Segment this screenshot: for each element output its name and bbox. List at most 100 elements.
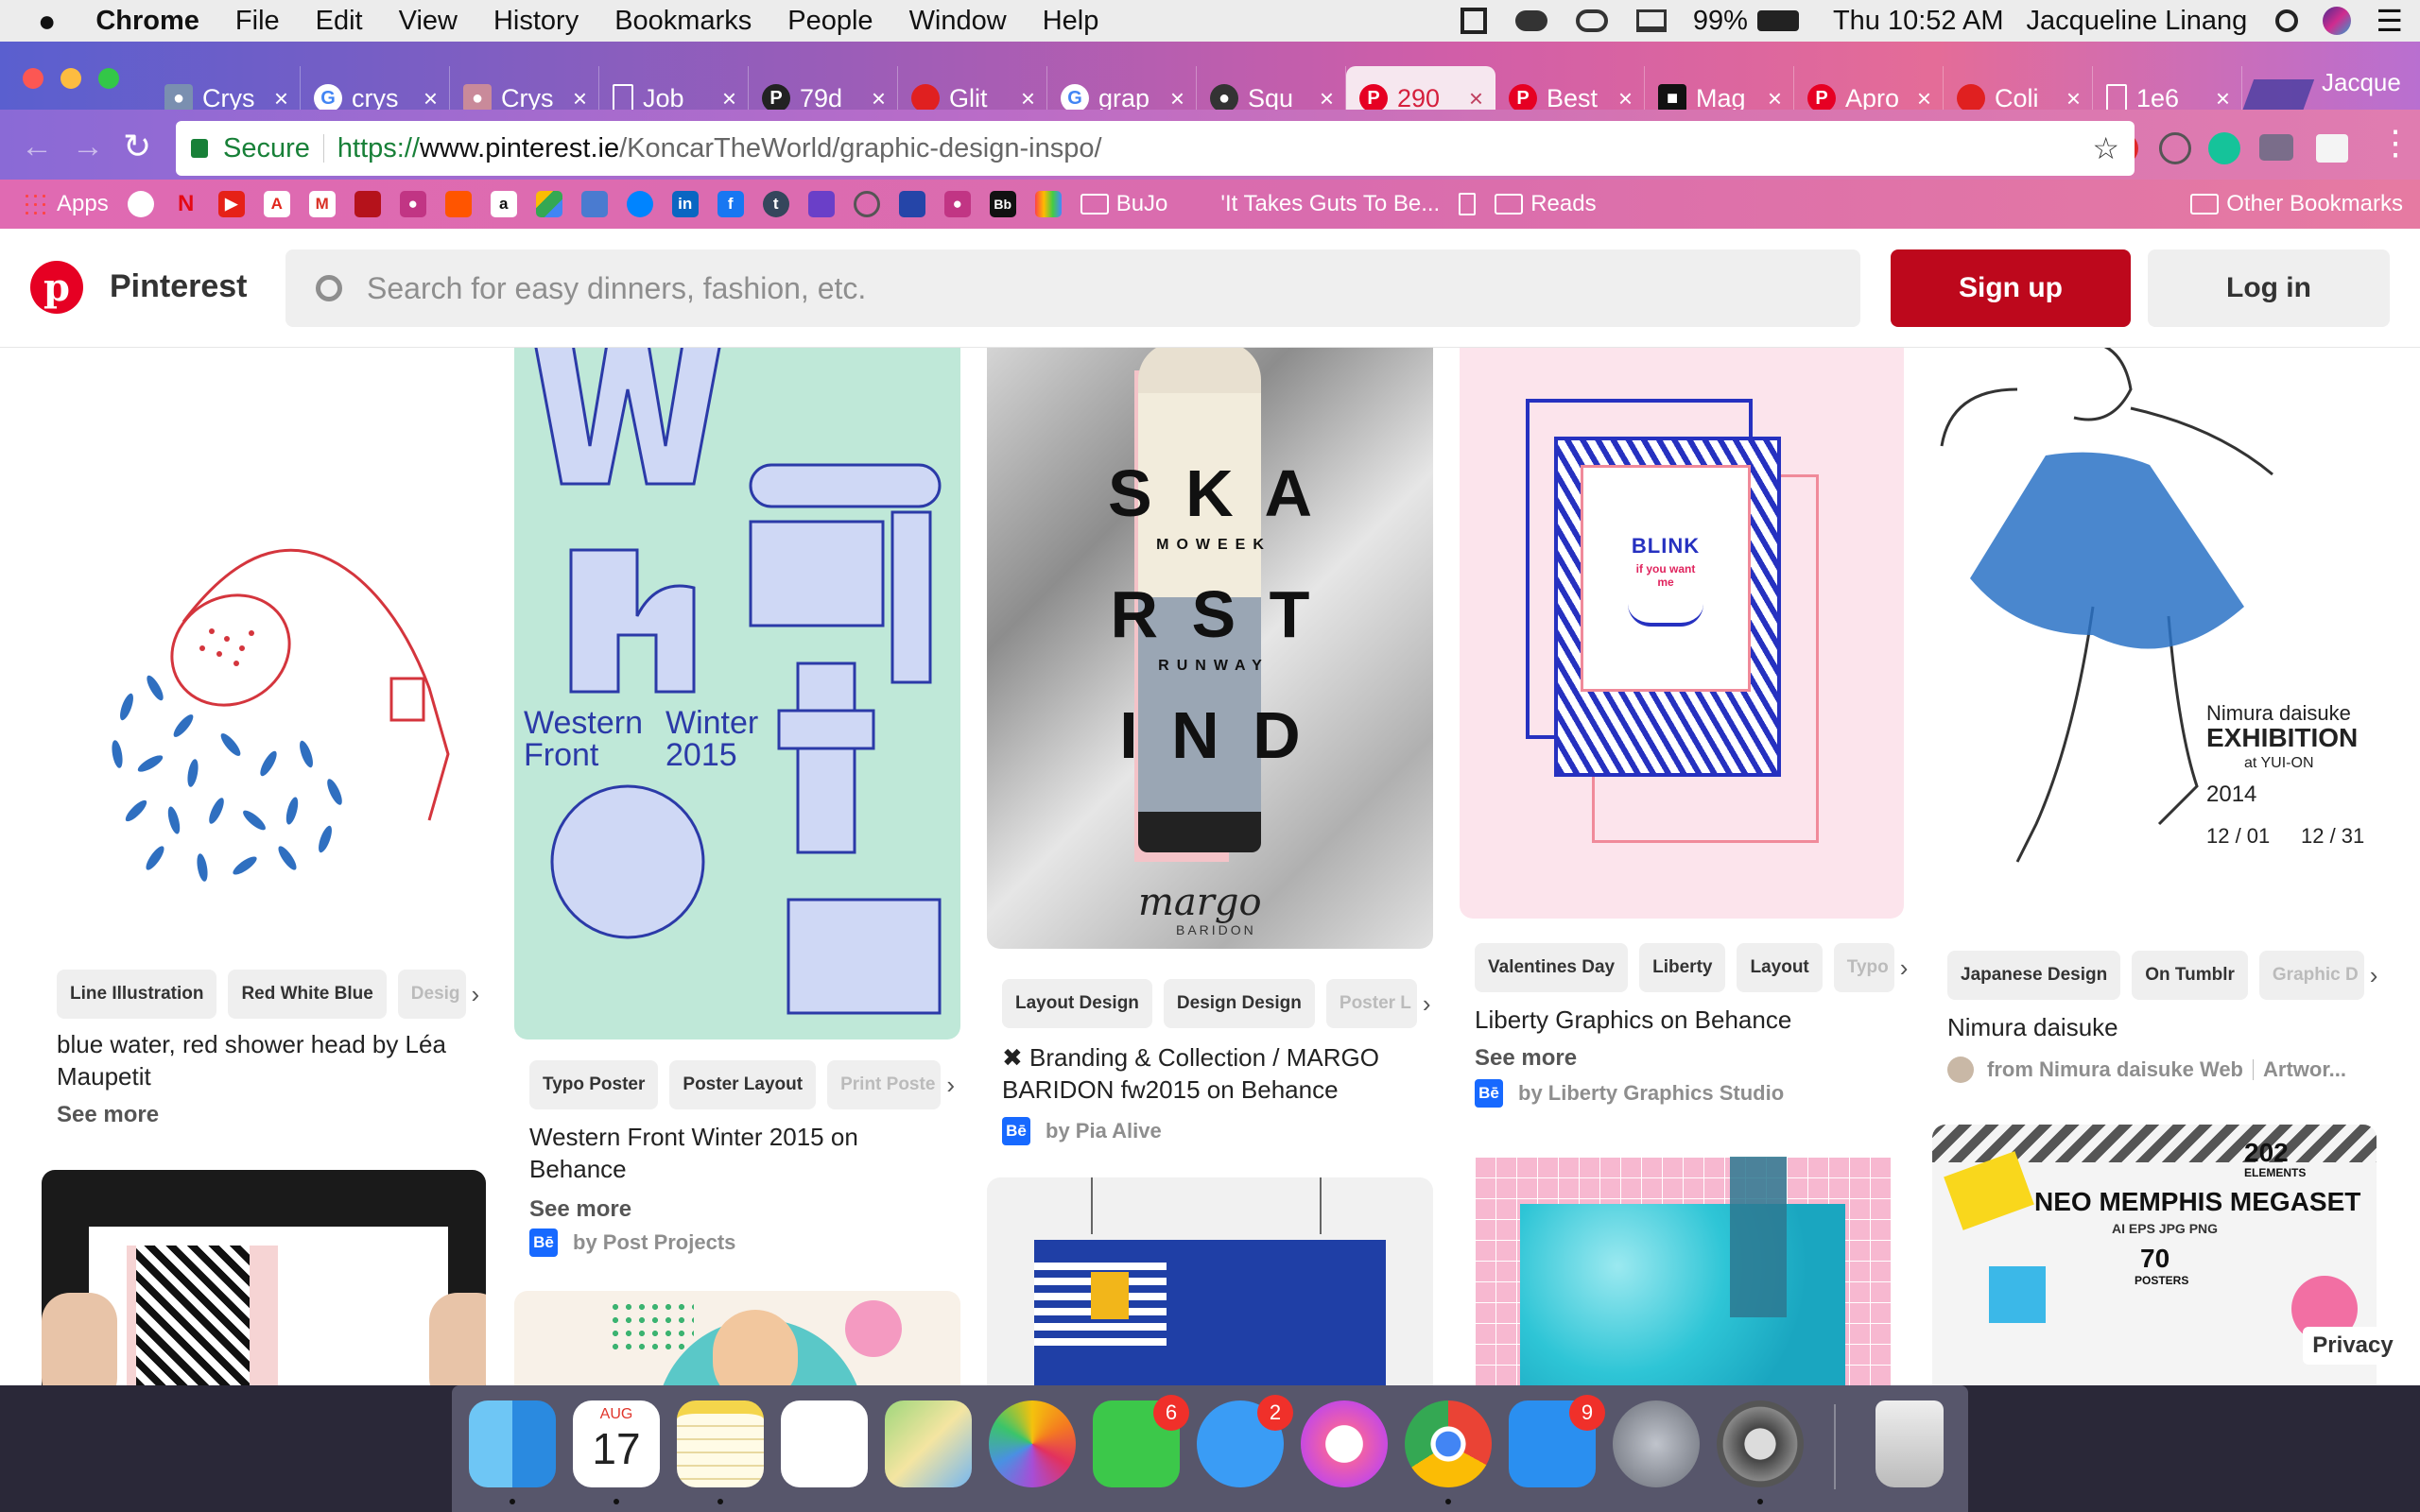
pin-4-attribution[interactable]: Bē by Liberty Graphics Studio bbox=[1475, 1079, 1784, 1108]
linkedin-icon[interactable]: in bbox=[671, 191, 699, 217]
maps-icon[interactable] bbox=[885, 1400, 972, 1487]
menu-file[interactable]: File bbox=[235, 6, 280, 37]
instagram-icon[interactable]: ● bbox=[943, 191, 971, 217]
tag-chip[interactable]: Japanese Design bbox=[1947, 951, 2121, 1000]
extension-grammarly-icon[interactable] bbox=[2208, 132, 2240, 164]
menu-app-name[interactable]: Chrome bbox=[95, 6, 199, 37]
sync-icon[interactable] bbox=[1575, 9, 1608, 32]
bookmark-folder-other[interactable]: Other Bookmarks bbox=[2190, 191, 2403, 217]
pin-2-attribution[interactable]: Bē by Post Projects bbox=[529, 1228, 735, 1257]
chevron-right-icon[interactable]: › bbox=[1423, 989, 1431, 1019]
window-zoom-button[interactable] bbox=[98, 68, 119, 89]
tag-chip[interactable]: Valentines Day bbox=[1475, 943, 1629, 992]
messenger-icon[interactable] bbox=[626, 191, 653, 217]
tab-close-icon[interactable]: × bbox=[1917, 84, 1931, 113]
pin-3-title[interactable]: ✖ Branding & Collection / MARGO BARIDON f… bbox=[1002, 1041, 1379, 1106]
soundcloud-icon[interactable] bbox=[444, 191, 472, 217]
tag-chip[interactable]: Desig bbox=[397, 970, 466, 1019]
tumblr-icon[interactable]: t bbox=[762, 191, 789, 217]
tag-chip[interactable]: Poster L bbox=[1325, 979, 1417, 1028]
pin-4-title[interactable]: Liberty Graphics on Behance bbox=[1475, 1004, 1791, 1036]
pin-image-nimura[interactable]: Nimura daisuke EXHIBITION at YUI-ON 2014… bbox=[1932, 333, 2377, 937]
pin-image-blink[interactable]: BLINK if you want me bbox=[1460, 333, 1904, 919]
apple-icon[interactable]: ● bbox=[38, 4, 56, 39]
pin-image-margo-baridon[interactable]: S K A MOWEEK R S T RUNWAY I N D margo BA… bbox=[987, 333, 1433, 949]
reminders-icon[interactable] bbox=[781, 1400, 868, 1487]
tag-chip[interactable]: Layout bbox=[1737, 943, 1823, 992]
pin-1-see-more[interactable]: See more bbox=[57, 1102, 159, 1128]
bookmark-star-icon[interactable]: ☆ bbox=[2092, 130, 2119, 166]
trash-icon[interactable] bbox=[1876, 1400, 1944, 1487]
menu-help[interactable]: Help bbox=[1043, 6, 1099, 37]
notification-center-icon[interactable]: ☰ bbox=[2376, 3, 2403, 39]
pin-image-pool[interactable] bbox=[1475, 1157, 1891, 1385]
clock[interactable]: Thu 10:52 AM bbox=[1833, 6, 2004, 37]
privacy-button[interactable]: Privacy bbox=[2303, 1327, 2403, 1365]
tag-chip[interactable]: Design Design bbox=[1163, 979, 1315, 1028]
tab-close-icon[interactable]: × bbox=[1021, 84, 1035, 113]
menu-people[interactable]: People bbox=[787, 6, 873, 37]
pin-image-blue-poster[interactable] bbox=[987, 1177, 1433, 1385]
chevron-right-icon[interactable]: › bbox=[472, 980, 480, 1009]
chrome-menu-icon[interactable]: ⋮ bbox=[2378, 123, 2412, 163]
tag-chip[interactable]: Poster Layout bbox=[669, 1060, 817, 1109]
pin-2-see-more[interactable]: See more bbox=[529, 1196, 631, 1223]
chevron-right-icon[interactable]: › bbox=[2370, 961, 2378, 990]
gmail-icon[interactable]: M bbox=[308, 191, 336, 217]
bookmark-folder-bujo[interactable]: BuJo bbox=[1080, 191, 1167, 217]
pin-image-poster-hands[interactable] bbox=[42, 1170, 486, 1385]
extension-video-icon[interactable] bbox=[2259, 134, 2293, 161]
netflix-icon[interactable]: N bbox=[173, 191, 199, 217]
menu-view[interactable]: View bbox=[399, 6, 458, 37]
chrome-icon[interactable] bbox=[1405, 1400, 1492, 1487]
airplay-icon[interactable] bbox=[1635, 9, 1667, 32]
tag-chip[interactable]: Layout Design bbox=[1002, 979, 1152, 1028]
finder-icon[interactable] bbox=[469, 1400, 556, 1487]
bookmark-page[interactable] bbox=[1459, 193, 1477, 215]
menu-bookmarks[interactable]: Bookmarks bbox=[614, 6, 752, 37]
login-button[interactable]: Log in bbox=[2148, 249, 2390, 327]
tab-close-icon[interactable]: × bbox=[274, 84, 288, 113]
tag-chip[interactable]: Liberty bbox=[1639, 943, 1726, 992]
grid-icon[interactable] bbox=[1460, 8, 1487, 34]
tag-chip[interactable]: Typo Poster bbox=[529, 1060, 659, 1109]
tag-chip[interactable]: Typo bbox=[1833, 943, 1894, 992]
url-bar[interactable]: Secure https:// www.pinterest.ie /Koncar… bbox=[176, 121, 2135, 176]
bookmark-guts[interactable]: 'It Takes Guts To Be... bbox=[1220, 191, 1440, 217]
adobe-icon[interactable]: A bbox=[263, 191, 290, 217]
tag-chip[interactable]: Graphic D bbox=[2258, 951, 2364, 1000]
tab-close-icon[interactable]: × bbox=[1768, 84, 1782, 113]
pin-4-see-more[interactable]: See more bbox=[1475, 1045, 1577, 1072]
extension-icon[interactable] bbox=[2159, 132, 2191, 164]
tab-close-icon[interactable]: × bbox=[1469, 84, 1483, 113]
window-minimize-button[interactable] bbox=[60, 68, 81, 89]
notes-icon[interactable] bbox=[677, 1400, 764, 1487]
battery-icon[interactable] bbox=[1756, 10, 1799, 31]
new-tab-button[interactable] bbox=[2241, 79, 2315, 112]
messages-icon[interactable]: 2 bbox=[1197, 1395, 1293, 1487]
pin-5-attribution[interactable]: from Nimura daisuke Web Artwor... bbox=[1947, 1057, 2346, 1083]
bookmark-apps[interactable]: Apps bbox=[23, 191, 109, 217]
chevron-right-icon[interactable]: › bbox=[1900, 954, 1909, 983]
facetime-icon[interactable]: 6 bbox=[1093, 1395, 1189, 1487]
pin-image-sunglasses[interactable] bbox=[514, 1291, 960, 1385]
system-preferences-icon[interactable] bbox=[1717, 1400, 1804, 1487]
amazon-icon[interactable]: a bbox=[490, 191, 517, 217]
tab-close-icon[interactable]: × bbox=[722, 84, 736, 113]
back-icon[interactable]: ← bbox=[21, 129, 53, 165]
pin-3-attribution[interactable]: Bē by Pia Alive bbox=[1002, 1117, 1162, 1145]
chevron-right-icon[interactable]: › bbox=[946, 1071, 955, 1100]
forward-icon[interactable]: → bbox=[72, 129, 104, 165]
pin-5-title[interactable]: Nimura daisuke bbox=[1947, 1011, 2118, 1043]
pin-1-title[interactable]: blue water, red shower head by Léa Maupet… bbox=[57, 1028, 446, 1092]
menu-edit[interactable]: Edit bbox=[316, 6, 363, 37]
tag-chip[interactable]: On Tumblr bbox=[2132, 951, 2248, 1000]
link-icon[interactable] bbox=[853, 191, 880, 217]
pin-image-western-front[interactable]: Western Front Winter 2015 bbox=[514, 333, 960, 1040]
tab-close-icon[interactable]: × bbox=[872, 84, 886, 113]
itunes-icon[interactable] bbox=[1301, 1400, 1388, 1487]
user-name[interactable]: Jacqueline Linang bbox=[2027, 6, 2248, 37]
calendar-icon[interactable]: AUG 17 bbox=[573, 1400, 660, 1487]
menu-history[interactable]: History bbox=[493, 6, 579, 37]
signup-button[interactable]: Sign up bbox=[1891, 249, 2131, 327]
